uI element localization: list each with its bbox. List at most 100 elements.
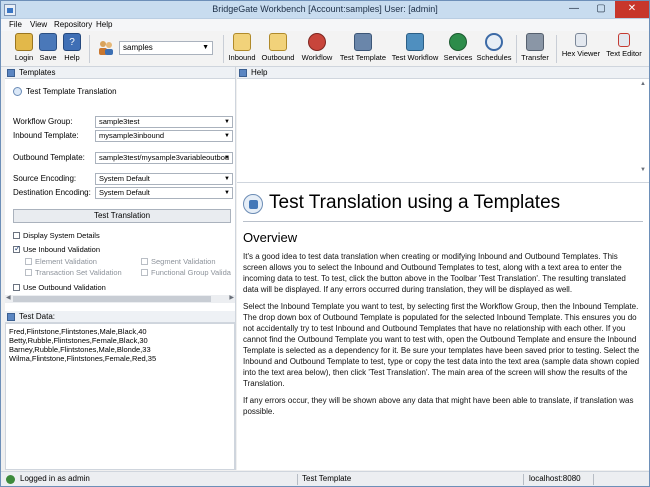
help-paragraph: It's a good idea to test data translatio… [243,252,626,294]
help-paragraph: If any errors occur, they will be shown … [243,396,634,416]
menu-bar: File View Repository Help [1,19,649,31]
minimize-button[interactable]: — [561,1,587,18]
segment-validation-checkbox[interactable]: Segment Validation [141,257,216,266]
workflow-icon [308,33,326,51]
source-encoding-label: Source Encoding: [13,174,77,183]
source-encoding-select[interactable]: System Default ▼ [95,173,233,185]
status-screen: Test Template [302,474,352,483]
scroll-left-icon: ◀ [6,295,11,301]
users-icon [97,39,115,57]
text-editor-icon [618,33,630,47]
window-title: BridgeGate Workbench [Account:samples] U… [212,4,438,14]
outbound-button[interactable]: Outbound [260,33,296,65]
text-editor-button[interactable]: Text Editor [604,33,644,65]
inbound-template-label: Inbound Template: [13,131,79,140]
floppy-icon [39,33,57,51]
hex-viewer-icon [575,33,587,47]
menu-help[interactable]: Help [96,20,112,29]
outbound-document-icon [269,33,287,51]
templates-panel-header: Templates [5,67,235,79]
chevron-down-icon: ▼ [224,133,230,139]
help-content: Test Translation using a Templates Overv… [237,183,649,470]
panel-icon [239,69,247,77]
outbound-template-label: Outbound Template: [13,153,85,162]
test-workflow-button[interactable]: Test Workflow [391,33,439,65]
help-paragraph: Select the Inbound Template you want to … [243,302,640,388]
chevron-down-icon: ▼ [224,119,230,125]
element-validation-checkbox[interactable]: Element Validation [25,257,97,266]
test-template-button[interactable]: Test Template [339,33,387,65]
inbound-document-icon [233,33,251,51]
menu-file[interactable]: File [9,20,22,29]
transfer-icon [526,33,544,51]
destination-encoding-select[interactable]: System Default ▼ [95,187,233,199]
transaction-set-validation-checkbox[interactable]: Transaction Set Validation [25,268,122,277]
use-inbound-validation-checkbox[interactable]: Use Inbound Validation [13,244,100,254]
test-data-line: Betty,Rubble,Flintstones,Female,Black,30 [9,336,148,345]
left-panel: Templates Test Template Translation Work… [5,67,236,470]
user-account-select[interactable]: samples ▼ [119,41,213,55]
save-button[interactable]: Save [37,33,59,65]
workflow-button[interactable]: Workflow [300,33,334,65]
status-bar: Logged in as admin Test Template localho… [1,471,649,486]
scroll-down-icon: ▼ [640,167,646,173]
panel-icon [7,313,15,321]
status-icon [6,475,15,484]
toolbar: Login Save ? Help samples ▼ Inbound Outb… [1,31,649,67]
right-panel: Help ▲ ▼ Test Translation using a Templa… [237,67,649,470]
chevron-down-icon: ▼ [224,176,230,182]
schedules-button[interactable]: Schedules [476,33,512,65]
help-title: Test Translation using a Templates [243,191,643,217]
chevron-down-icon: ▼ [202,44,209,51]
services-button[interactable]: Services [443,33,473,65]
test-data-textarea[interactable]: Fred,Flintstone,Flintstones,Male,Black,4… [5,323,235,470]
outbound-template-select[interactable]: sample3test/mysample3variableoutbou ▼ [95,152,233,164]
help-book-icon: ? [63,33,81,51]
inbound-button[interactable]: Inbound [227,33,257,65]
help-panel-header: Help [237,67,649,79]
test-data-panel-header: Test Data: [5,311,235,323]
clock-icon [485,33,503,51]
divider [243,221,643,222]
globe-icon [449,33,467,51]
chevron-down-icon: ▼ [224,190,230,196]
functional-group-validation-checkbox[interactable]: Functional Group Valida [141,268,231,277]
test-translation-button[interactable]: Test Translation [13,209,231,223]
translation-results-area[interactable]: ▲ ▼ [237,79,649,183]
chevron-down-icon: ▼ [224,155,230,161]
title-bar[interactable]: BridgeGate Workbench [Account:samples] U… [1,1,649,19]
gear-document-icon [354,33,372,51]
test-data-line: Wilma,Flintstone,Flintstones,Female,Red,… [9,354,157,363]
status-server: localhost:8080 [529,474,581,483]
scroll-up-icon: ▲ [640,81,646,87]
inbound-template-select[interactable]: mysample3inbound ▼ [95,130,233,142]
template-icon [13,87,22,96]
transfer-button[interactable]: Transfer [519,33,551,65]
gear-workflow-icon [406,33,424,51]
test-data-line: Fred,Flintstone,Flintstones,Male,Black,4… [9,327,147,336]
display-system-details-checkbox[interactable]: Display System Details [13,231,100,240]
login-button[interactable]: Login [11,33,37,65]
lock-icon [15,33,33,51]
help-subtitle: Overview [243,230,298,245]
app-window: BridgeGate Workbench [Account:samples] U… [0,0,650,487]
horizontal-scrollbar[interactable]: ◀ ▶ [5,295,235,303]
workflow-group-label: Workflow Group: [13,117,73,126]
status-logged-in: Logged in as admin [20,474,90,483]
form-title: Test Template Translation [13,87,117,96]
test-data-line: Barney,Rubble,Flintstones,Male,Blonde,33 [9,345,151,354]
scrollbar-thumb[interactable] [13,296,211,302]
help-button[interactable]: ? Help [61,33,83,65]
panel-icon [7,69,15,77]
help-title-icon [243,194,263,214]
use-outbound-validation-checkbox[interactable]: Use Outbound Validation [13,283,106,292]
destination-encoding-label: Destination Encoding: [13,188,91,197]
menu-view[interactable]: View [30,20,47,29]
vertical-scrollbar[interactable]: ▲ ▼ [639,81,647,179]
maximize-button[interactable]: ▢ [588,1,614,18]
close-button[interactable]: ✕ [615,1,649,18]
scroll-right-icon: ▶ [229,295,234,301]
menu-repository[interactable]: Repository [54,20,92,29]
workflow-group-select[interactable]: sample3test ▼ [95,116,233,128]
hex-viewer-button[interactable]: Hex Viewer [561,33,601,65]
